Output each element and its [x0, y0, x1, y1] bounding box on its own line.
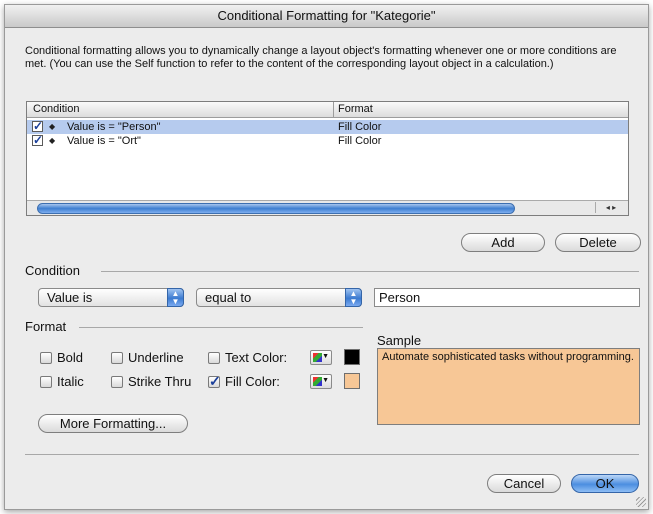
row-enable-checkbox[interactable] — [32, 133, 43, 147]
chevron-down-icon: ▼ — [322, 353, 329, 360]
checkbox-box[interactable] — [111, 352, 123, 364]
ok-button[interactable]: OK — [571, 474, 639, 493]
condition-value-field[interactable]: Person — [374, 288, 640, 307]
row-format: Fill Color — [338, 135, 382, 147]
column-header-format[interactable]: Format — [333, 102, 618, 117]
italic-label: Italic — [57, 374, 84, 389]
popup-arrows-icon: ▲ ▼ — [167, 288, 184, 307]
text-color-picker-button[interactable]: ▼ — [310, 350, 332, 365]
delete-button[interactable]: Delete — [555, 233, 641, 252]
row-condition: Value is = "Ort" — [67, 135, 141, 147]
list-header: Condition Format — [27, 102, 628, 118]
horizontal-scrollbar[interactable]: ◂ ▸ — [27, 200, 628, 215]
text-color-label: Text Color: — [225, 350, 288, 365]
checkbox-box[interactable] — [111, 376, 123, 388]
resize-grip-icon[interactable] — [636, 497, 646, 507]
row-condition: Value is = "Person" — [67, 121, 161, 133]
underline-label: Underline — [128, 350, 184, 365]
fill-color-label: Fill Color: — [225, 374, 280, 389]
operator-popup[interactable]: equal to ▲ ▼ — [196, 288, 362, 307]
fill-color-picker-button[interactable]: ▼ — [310, 374, 332, 389]
condition-type-value: Value is — [47, 290, 93, 305]
scroll-arrows-icon[interactable]: ◂ ▸ — [595, 202, 626, 213]
divider — [79, 327, 363, 328]
cancel-button[interactable]: Cancel — [487, 474, 561, 493]
checkbox-box[interactable] — [40, 376, 52, 388]
bold-label: Bold — [57, 350, 84, 365]
fill-color-swatch[interactable] — [344, 373, 360, 389]
format-group-label: Format — [25, 319, 67, 334]
add-button[interactable]: Add — [461, 233, 545, 252]
popup-arrows-icon: ▲ ▼ — [345, 288, 362, 307]
strike-thru-label: Strike Thru — [128, 374, 192, 389]
color-palette-icon — [313, 353, 322, 362]
color-palette-icon — [313, 377, 322, 386]
scrollbar-thumb[interactable] — [37, 203, 515, 214]
checkbox-box[interactable] — [40, 352, 52, 364]
sample-label: Sample — [377, 333, 422, 348]
checkbox-box[interactable] — [208, 373, 221, 389]
conditions-list[interactable]: Condition Format ◆ Value is = "Person" F… — [26, 101, 629, 216]
list-item[interactable]: ◆ Value is = "Ort" Fill Color — [27, 133, 628, 148]
drag-handle-icon[interactable]: ◆ — [49, 134, 55, 148]
list-item[interactable]: ◆ Value is = "Person" Fill Color — [27, 119, 628, 134]
divider — [101, 271, 639, 272]
more-formatting-button[interactable]: More Formatting... — [38, 414, 188, 433]
description-text: Conditional formatting allows you to dyn… — [25, 45, 617, 70]
divider — [25, 454, 639, 455]
column-header-condition[interactable]: Condition — [33, 102, 79, 117]
operator-value: equal to — [205, 290, 252, 305]
drag-handle-icon[interactable]: ◆ — [49, 120, 55, 134]
condition-type-popup[interactable]: Value is ▲ ▼ — [38, 288, 184, 307]
checkbox-box[interactable] — [208, 352, 220, 364]
chevron-down-icon: ▼ — [322, 377, 329, 384]
row-format: Fill Color — [338, 121, 382, 133]
condition-group-label: Condition — [25, 263, 80, 278]
row-enable-checkbox[interactable] — [32, 119, 43, 133]
conditional-formatting-dialog: Conditional Formatting for "Kategorie" C… — [4, 4, 649, 510]
sample-preview: Automate sophisticated tasks without pro… — [377, 348, 640, 425]
text-color-swatch[interactable] — [344, 349, 360, 365]
window-title: Conditional Formatting for "Kategorie" — [5, 5, 648, 28]
